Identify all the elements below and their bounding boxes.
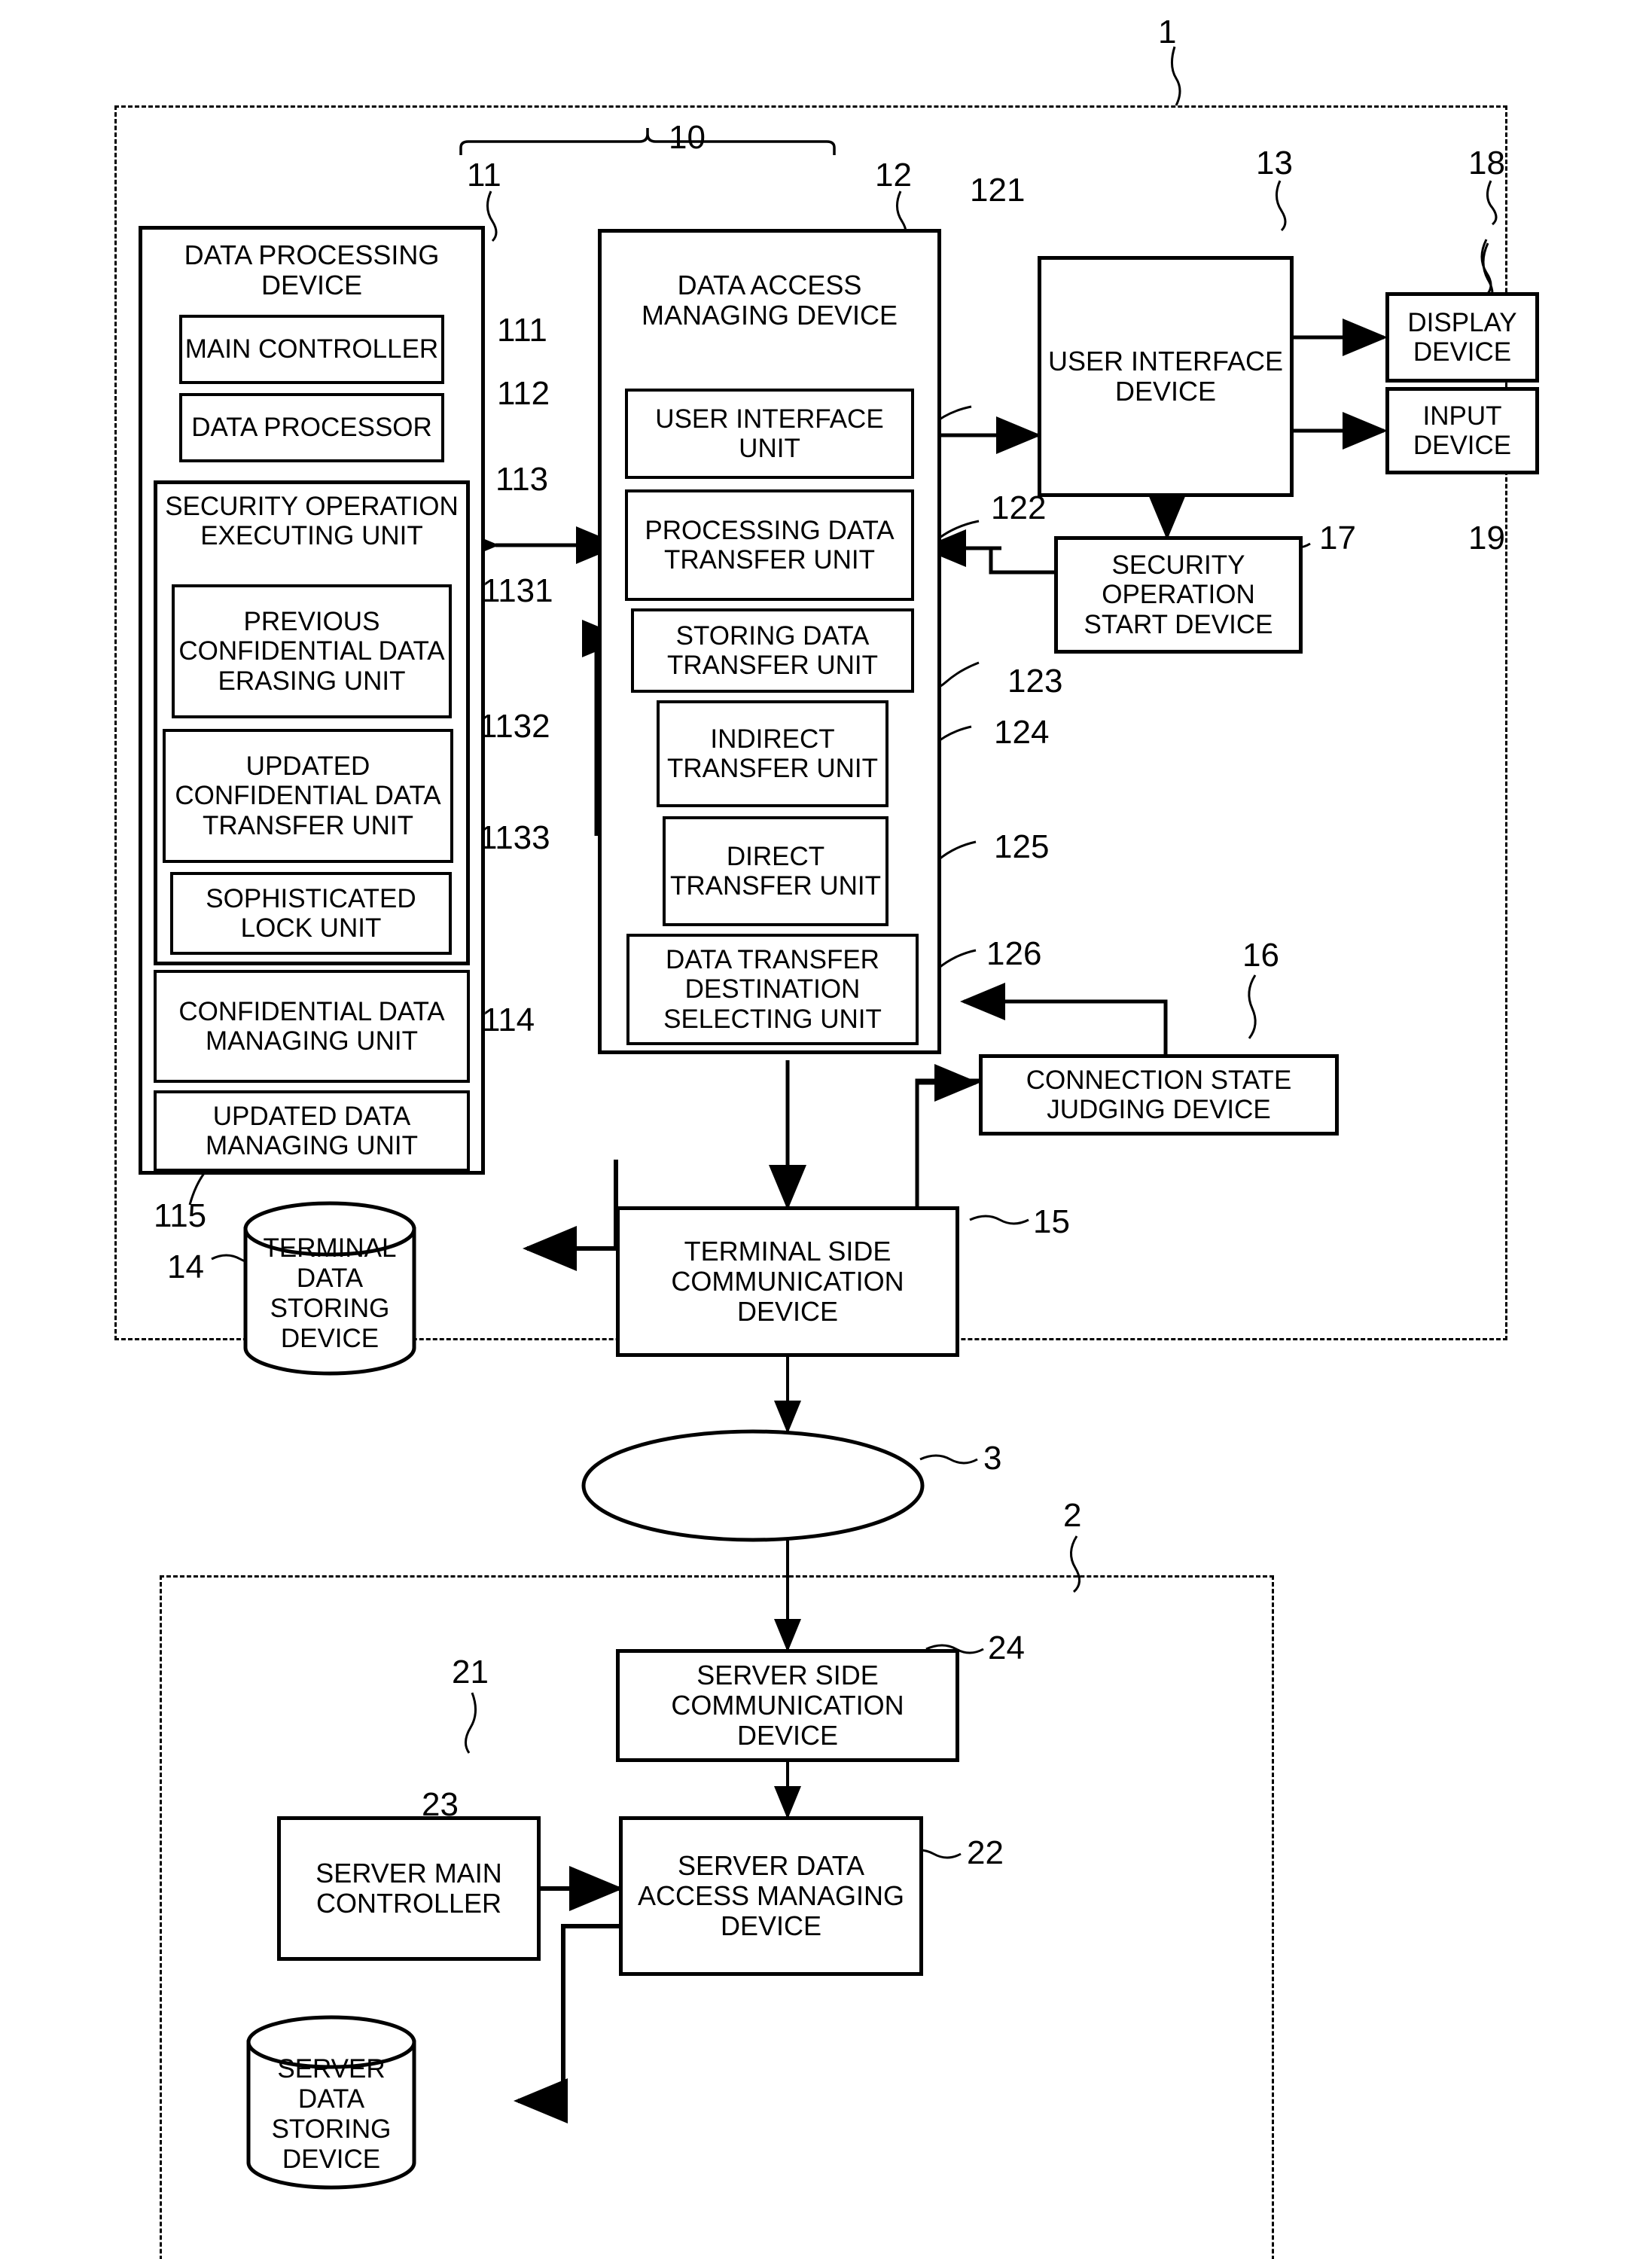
previous-confidential-data-erasing-unit[interactable]: PREVIOUS CONFIDENTIAL DATA ERASING UNIT (172, 584, 452, 718)
display-device[interactable]: DISPLAY DEVICE (1385, 292, 1539, 383)
updated-data-managing-unit[interactable]: UPDATED DATA MANAGING UNIT (154, 1090, 470, 1172)
ref-14: 14 (167, 1248, 204, 1285)
patent-figure: DATA PROCESSING DEVICE MAIN CONTROLLER D… (0, 0, 1652, 2259)
ref-112: 112 (497, 375, 550, 412)
ref-1133: 1133 (479, 819, 550, 856)
data-transfer-destination-selecting-unit-label: DATA TRANSFER DESTINATION SELECTING UNIT (663, 945, 882, 1034)
server-data-access-managing-device-label: SERVER DATA ACCESS MANAGING DEVICE (637, 1849, 905, 1942)
terminal-data-storing-device[interactable]: TERMINAL DATA STORING DEVICE (245, 1218, 414, 1369)
server-side-communication-device-label: SERVER SIDE COMMUNICATION DEVICE (671, 1659, 904, 1751)
ref-17: 17 (1319, 520, 1356, 556)
connection-state-judging-device[interactable]: CONNECTION STATE JUDGING DEVICE (979, 1054, 1339, 1136)
ref-10: 10 (669, 119, 706, 156)
security-operation-start-device[interactable]: SECURITY OPERATION START DEVICE (1054, 536, 1303, 654)
ref-126: 126 (986, 935, 1042, 972)
ref-115: 115 (154, 1197, 207, 1234)
ref-111: 111 (497, 312, 547, 349)
direct-transfer-unit-label: DIRECT TRANSFER UNIT (670, 841, 881, 901)
indirect-transfer-unit-label: INDIRECT TRANSFER UNIT (667, 724, 878, 783)
processing-data-transfer-unit[interactable]: PROCESSING DATA TRANSFER UNIT (625, 489, 914, 601)
confidential-data-managing-unit-label: CONFIDENTIAL DATA MANAGING UNIT (178, 996, 445, 1056)
ref-122: 122 (991, 489, 1047, 526)
ref-13: 13 (1256, 145, 1293, 181)
user-interface-unit[interactable]: USER INTERFACE UNIT (625, 389, 914, 479)
user-interface-device[interactable]: USER INTERFACE DEVICE (1038, 256, 1294, 497)
user-interface-unit-label: USER INTERFACE UNIT (655, 404, 884, 463)
confidential-data-managing-unit[interactable]: CONFIDENTIAL DATA MANAGING UNIT (154, 970, 470, 1083)
ref-114: 114 (482, 1001, 535, 1038)
ref-23: 23 (422, 1786, 459, 1823)
storing-data-transfer-unit-label: STORING DATA TRANSFER UNIT (667, 620, 878, 680)
storing-data-transfer-unit[interactable]: STORING DATA TRANSFER UNIT (631, 608, 914, 693)
data-processor[interactable]: DATA PROCESSOR (179, 393, 444, 462)
server-data-storing-device[interactable]: SERVER DATA STORING DEVICE (248, 2042, 414, 2187)
ref-22: 22 (967, 1834, 1004, 1871)
terminal-side-communication-device-label: TERMINAL SIDE COMMUNICATION DEVICE (671, 1235, 904, 1328)
ref-24: 24 (988, 1629, 1025, 1666)
ref-124: 124 (994, 714, 1050, 751)
data-processor-label: DATA PROCESSOR (191, 413, 432, 443)
ref-16: 16 (1242, 937, 1279, 974)
ref-1132: 1132 (479, 708, 550, 745)
ref-121: 121 (970, 172, 1026, 209)
main-controller-label: MAIN CONTROLLER (184, 334, 439, 364)
server-main-controller[interactable]: SERVER MAIN CONTROLLER (277, 1816, 541, 1961)
ref-123: 123 (1007, 663, 1063, 700)
direct-transfer-unit[interactable]: DIRECT TRANSFER UNIT (663, 816, 888, 926)
network-ellipse (581, 1429, 925, 1542)
display-device-label: DISPLAY DEVICE (1407, 307, 1517, 367)
ref-125: 125 (994, 828, 1050, 865)
ref-21: 21 (452, 1654, 489, 1690)
ref-3: 3 (983, 1440, 1002, 1477)
ref-113: 113 (495, 461, 549, 498)
server-data-access-managing-device[interactable]: SERVER DATA ACCESS MANAGING DEVICE (619, 1816, 923, 1976)
connection-state-judging-device-label: CONNECTION STATE JUDGING DEVICE (1026, 1065, 1292, 1124)
ref-2: 2 (1063, 1497, 1082, 1534)
previous-confidential-data-erasing-unit-label: PREVIOUS CONFIDENTIAL DATA ERASING UNIT (178, 607, 445, 696)
server-main-controller-label: SERVER MAIN CONTROLLER (315, 1857, 502, 1919)
server-side-communication-device[interactable]: SERVER SIDE COMMUNICATION DEVICE (616, 1649, 959, 1762)
data-access-managing-device-label: DATA ACCESS MANAGING DEVICE (641, 270, 898, 331)
input-device[interactable]: INPUT DEVICE (1385, 387, 1539, 474)
sophisticated-lock-unit-label: SOPHISTICATED LOCK UNIT (206, 883, 416, 943)
indirect-transfer-unit[interactable]: INDIRECT TRANSFER UNIT (657, 700, 888, 807)
sophisticated-lock-unit[interactable]: SOPHISTICATED LOCK UNIT (170, 872, 452, 955)
updated-confidential-data-transfer-unit-label: UPDATED CONFIDENTIAL DATA TRANSFER UNIT (175, 751, 441, 840)
security-operation-executing-unit-label: SECURITY OPERATION EXECUTING UNIT (165, 492, 459, 551)
security-operation-start-device-label: SECURITY OPERATION START DEVICE (1084, 550, 1273, 639)
data-transfer-destination-selecting-unit[interactable]: DATA TRANSFER DESTINATION SELECTING UNIT (626, 934, 919, 1045)
user-interface-device-label: USER INTERFACE DEVICE (1047, 345, 1284, 407)
main-controller[interactable]: MAIN CONTROLLER (179, 315, 444, 384)
server-data-storing-device-label: SERVER DATA STORING DEVICE (271, 2054, 392, 2174)
ref-15: 15 (1033, 1203, 1070, 1240)
updated-confidential-data-transfer-unit[interactable]: UPDATED CONFIDENTIAL DATA TRANSFER UNIT (163, 729, 453, 863)
updated-data-managing-unit-label: UPDATED DATA MANAGING UNIT (206, 1101, 418, 1160)
ref-1131: 1131 (482, 572, 553, 609)
terminal-side-communication-device[interactable]: TERMINAL SIDE COMMUNICATION DEVICE (616, 1206, 959, 1357)
ref-11: 11 (467, 157, 501, 194)
terminal-data-storing-device-label: TERMINAL DATA STORING DEVICE (263, 1233, 397, 1353)
input-device-label: INPUT DEVICE (1413, 401, 1512, 460)
ref-19: 19 (1468, 520, 1505, 556)
ref-18: 18 (1468, 145, 1505, 181)
ref-1: 1 (1158, 14, 1177, 50)
data-processing-device-label: DATA PROCESSING DEVICE (184, 239, 440, 301)
ref-12: 12 (875, 157, 912, 194)
processing-data-transfer-unit-label: PROCESSING DATA TRANSFER UNIT (645, 515, 895, 575)
